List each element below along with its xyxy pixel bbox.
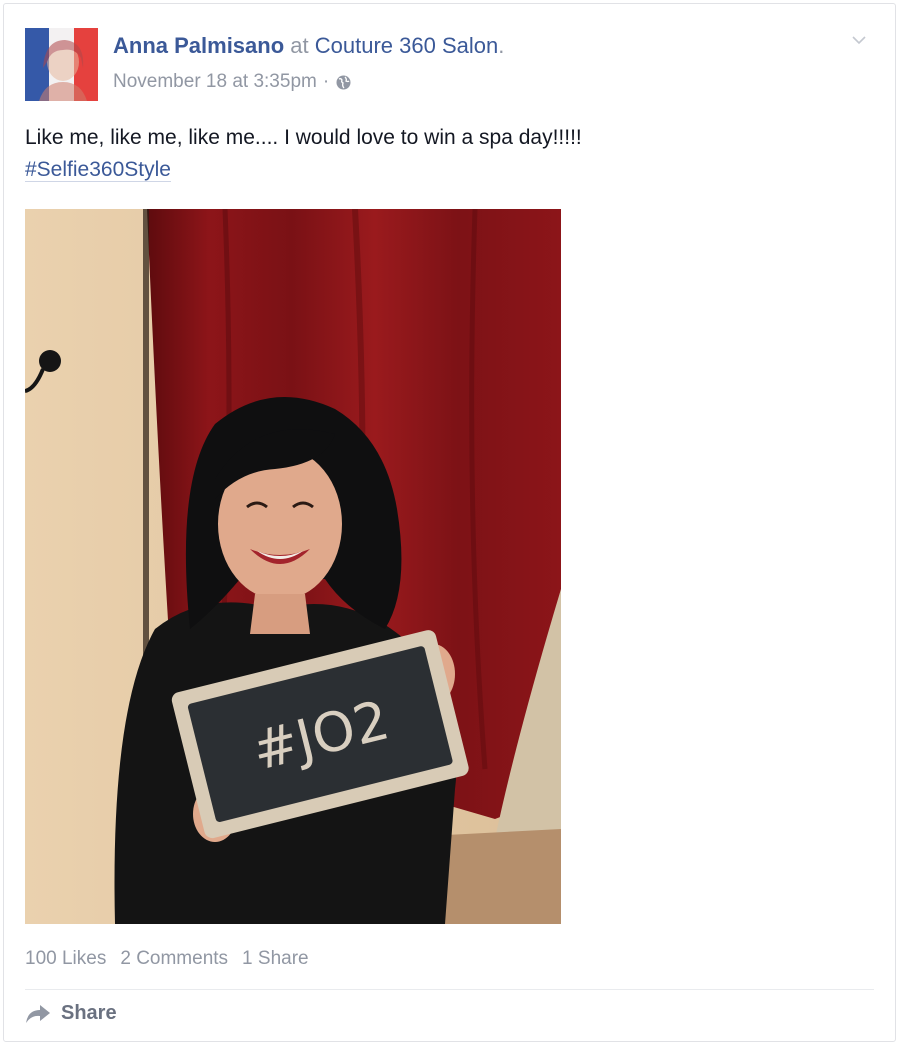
action-divider xyxy=(25,989,874,990)
profile-avatar[interactable] xyxy=(25,28,98,101)
post-message: Like me, like me, like me.... I would lo… xyxy=(25,126,582,149)
post-card: Anna Palmisano at Couture 360 Salon. Nov… xyxy=(3,3,896,1042)
share-label: Share xyxy=(61,1002,117,1024)
at-word: at xyxy=(290,33,309,58)
comments-count[interactable]: 2 Comments xyxy=(120,944,228,974)
chevron-down-icon[interactable] xyxy=(851,32,867,48)
photo-illustration: #JO2 xyxy=(25,209,561,924)
post-meta: November 18 at 3:35pm · xyxy=(113,69,352,95)
post-photo[interactable]: #JO2 xyxy=(25,209,561,924)
post-body: Like me, like me, like me.... I would lo… xyxy=(25,122,582,186)
hashtag-link[interactable]: #Selfie360Style xyxy=(25,158,171,182)
author-link[interactable]: Anna Palmisano xyxy=(113,33,284,58)
share-button[interactable]: Share xyxy=(25,1002,117,1025)
timestamp-link[interactable]: November 18 at 3:35pm xyxy=(113,69,317,95)
place-link[interactable]: Couture 360 Salon xyxy=(315,33,498,58)
globe-icon[interactable] xyxy=(335,74,352,91)
meta-separator: · xyxy=(322,71,330,92)
post-header: Anna Palmisano at Couture 360 Salon. xyxy=(113,32,504,60)
face-silhouette xyxy=(39,40,87,101)
shares-count[interactable]: 1 Share xyxy=(242,944,309,974)
share-arrow-icon xyxy=(26,1004,50,1023)
place-suffix: . xyxy=(498,33,505,58)
post-stats: 100 Likes 2 Comments 1 Share xyxy=(25,944,309,974)
likes-count[interactable]: 100 Likes xyxy=(25,944,106,974)
